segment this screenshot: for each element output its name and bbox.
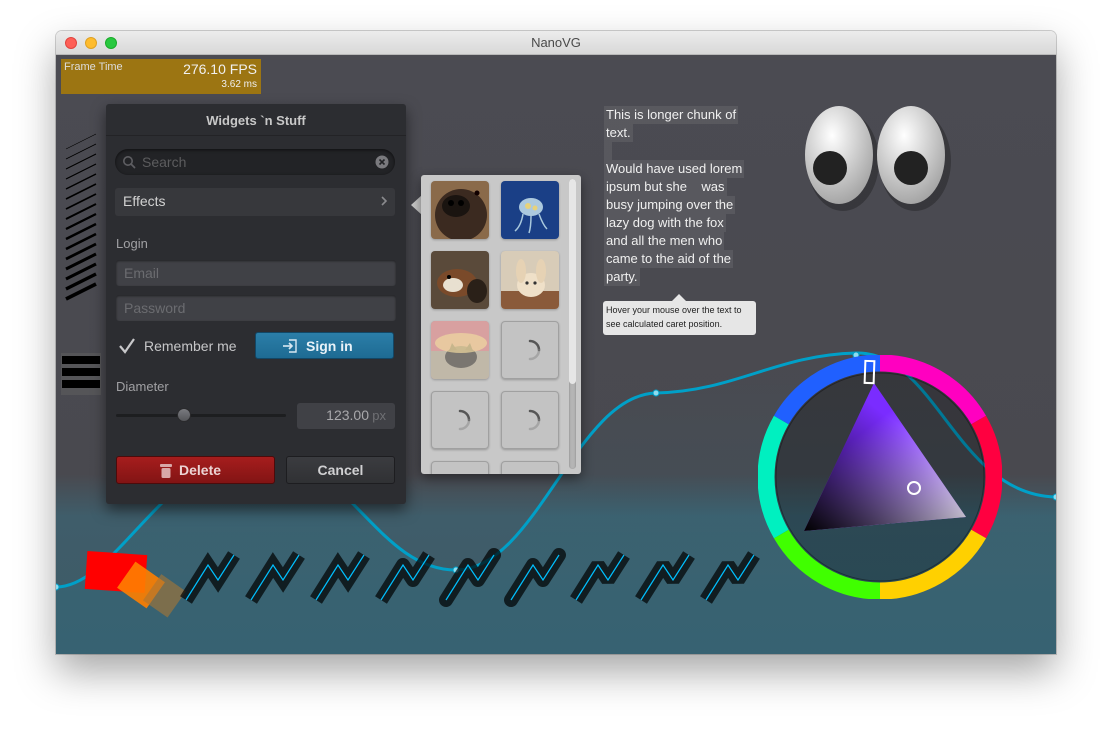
- effects-dropdown[interactable]: Effects: [115, 188, 395, 216]
- login-icon: [283, 339, 297, 353]
- nanovg-canvas[interactable]: Frame Time 276.10 FPS 3.62 ms Widgets `n…: [56, 55, 1056, 654]
- thumbnail-bunny[interactable]: [501, 251, 559, 309]
- color-wheel[interactable]: [758, 355, 1002, 599]
- bunny-image: [501, 251, 559, 309]
- email-field[interactable]: Email: [116, 260, 396, 286]
- search-icon: [123, 156, 136, 169]
- paragraph-line: busy jumping over the: [604, 196, 736, 214]
- paragraph-text[interactable]: This is longer chunk of text. Would have…: [604, 106, 754, 286]
- right-pupil: [894, 151, 928, 185]
- left-pupil: [813, 151, 847, 185]
- thumbnail-loading[interactable]: [501, 321, 559, 379]
- dog-image: [431, 181, 489, 239]
- loading-spinner-icon: [528, 339, 541, 361]
- thumbnail-dog[interactable]: [431, 181, 489, 239]
- panel-title: Widgets `n Stuff: [206, 113, 306, 128]
- diameter-label: Diameter: [116, 379, 169, 394]
- thumbnails-scrollbar[interactable]: [569, 179, 576, 469]
- caret-hint-tooltip: Hover your mouse over the text to see ca…: [603, 301, 756, 335]
- password-field[interactable]: Password: [116, 295, 396, 321]
- paragraph-line: came to the aid of the: [604, 250, 734, 268]
- thumbnails-scroll-thumb[interactable]: [569, 179, 576, 384]
- thumbnail-loading[interactable]: [501, 391, 559, 449]
- line-caps-sample: [61, 353, 101, 395]
- title-bar: NanoVG: [56, 31, 1056, 55]
- widgets-panel: Widgets `n Stuff Search Effects Login Em…: [106, 104, 406, 504]
- remember-me-label: Remember me: [144, 338, 237, 354]
- delete-label: Delete: [179, 462, 222, 478]
- paragraph-line: [604, 142, 612, 160]
- sign-in-button[interactable]: Sign in: [255, 332, 394, 359]
- loading-spinner-icon: [528, 409, 541, 431]
- paragraph-line: This is longer chunk of: [604, 106, 739, 124]
- app-window: NanoVG Frame Time 276.10 FPS 3.62 ms Wid…: [56, 31, 1056, 654]
- trash-icon: [160, 464, 172, 478]
- thumbnail-animal[interactable]: [431, 251, 489, 309]
- cancel-label: Cancel: [317, 462, 364, 478]
- paragraph-line: lazy dog with the fox: [604, 214, 726, 232]
- chevron-right-icon: [381, 196, 388, 206]
- thumbnail-loading[interactable]: [431, 461, 489, 474]
- fps-value: 276.10 FPS: [183, 61, 257, 77]
- paragraph-line: and all the men who: [604, 232, 725, 250]
- cancel-button[interactable]: Cancel: [286, 456, 395, 484]
- diameter-value-box[interactable]: 123.00 px: [297, 403, 395, 429]
- thumbnail-loading[interactable]: [431, 391, 489, 449]
- panel-header-divider: [106, 135, 406, 136]
- search-input[interactable]: Search: [115, 149, 395, 175]
- line-width-samples: [65, 133, 97, 301]
- frame-time-value: 3.62 ms: [221, 79, 257, 90]
- paragraph-line: Would have used lorem: [604, 160, 745, 178]
- animal-image: [431, 251, 489, 309]
- effects-label: Effects: [123, 193, 166, 209]
- thumbnail-jellyfish[interactable]: [501, 181, 559, 239]
- window-title: NanoVG: [531, 35, 581, 50]
- paragraph-line: text.: [604, 124, 633, 142]
- thumbnails-popup[interactable]: [421, 175, 581, 474]
- fps-graph: Frame Time 276.10 FPS 3.62 ms: [61, 59, 261, 94]
- diameter-slider-track[interactable]: [116, 414, 286, 417]
- email-placeholder: Email: [124, 265, 160, 281]
- clear-search-icon[interactable]: [375, 155, 389, 169]
- paragraph-line: ipsum but she was: [604, 178, 727, 196]
- checkmark-icon: [119, 338, 135, 354]
- cat-image: [431, 321, 489, 379]
- delete-button[interactable]: Delete: [116, 456, 275, 484]
- hint-pointer: [672, 294, 686, 301]
- fps-graph-label: Frame Time: [64, 61, 123, 73]
- diameter-slider-knob[interactable]: [177, 408, 191, 422]
- eyes-widget: [805, 106, 951, 211]
- thumbnail-cat[interactable]: [431, 321, 489, 379]
- paragraph-line: party.: [604, 268, 640, 286]
- diameter-value: 123.00: [326, 407, 369, 423]
- thumbnail-loading[interactable]: [501, 461, 559, 474]
- login-label: Login: [116, 236, 148, 251]
- search-placeholder: Search: [142, 154, 187, 170]
- jellyfish-image: [501, 181, 559, 239]
- sign-in-label: Sign in: [306, 338, 353, 354]
- loading-spinner-icon: [458, 409, 471, 431]
- diameter-unit: px: [372, 408, 386, 423]
- password-placeholder: Password: [124, 300, 186, 316]
